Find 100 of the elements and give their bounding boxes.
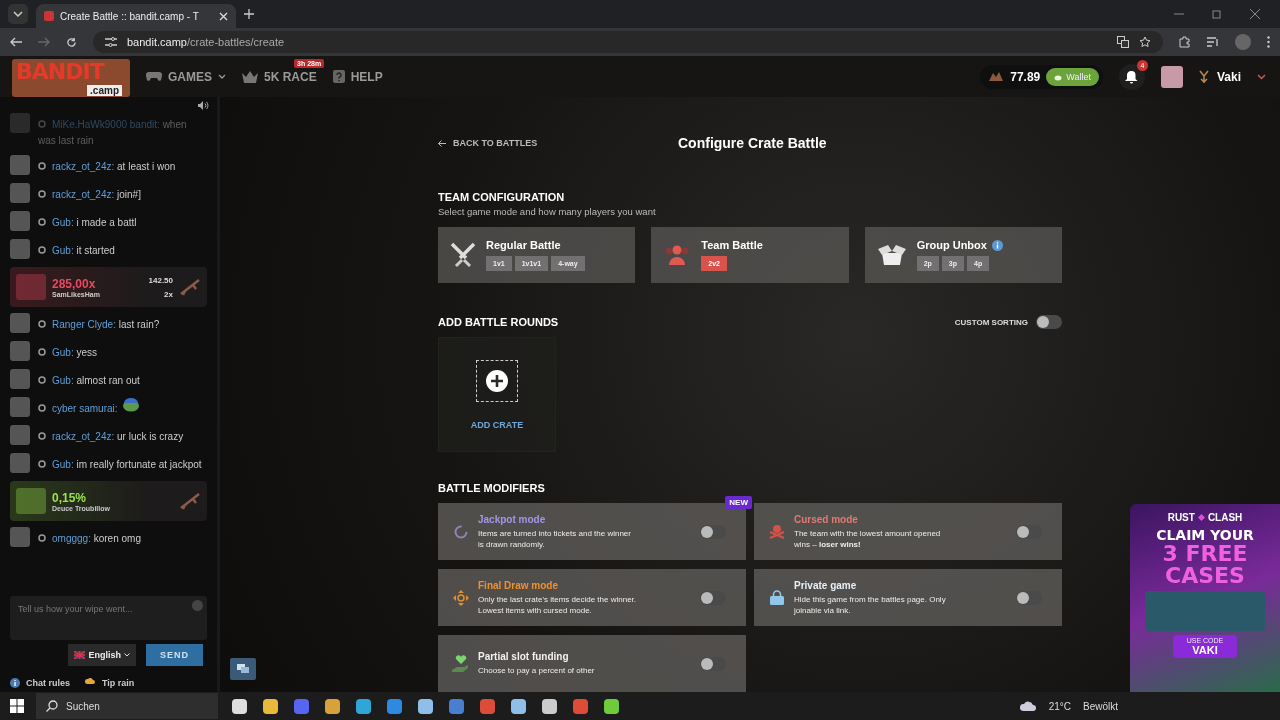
promo-offer: 3 FREE [1162, 543, 1248, 565]
crown-icon [242, 70, 258, 83]
modifier-toggle[interactable] [700, 590, 726, 605]
logo[interactable]: BANDIT .camp [12, 58, 130, 97]
taskbar-search[interactable]: Suchen [36, 693, 218, 719]
star-icon[interactable] [1139, 36, 1151, 48]
site-settings-icon[interactable] [105, 37, 117, 47]
spinner-icon [454, 524, 468, 539]
modifier-toggle[interactable] [1016, 590, 1042, 605]
promo-offer: CASES [1165, 565, 1245, 587]
extensions-icon[interactable] [1179, 36, 1191, 48]
chat-message: cyber samurai: [38, 401, 118, 417]
rank-icon [38, 246, 46, 254]
username[interactable]: Vaki [1216, 69, 1241, 84]
page-title: Configure Crate Battle [678, 135, 827, 151]
rank-icon [38, 432, 46, 440]
new-tab-icon[interactable] [244, 9, 254, 19]
flag-icon [74, 651, 86, 659]
help-icon [332, 70, 345, 83]
rank-icon [38, 348, 46, 356]
modifier-toggle[interactable] [1016, 524, 1042, 539]
plus-icon [486, 369, 508, 392]
modifier-description: Items are turned into tickets and the winner is drawn randomly. [478, 527, 632, 550]
translate-icon[interactable] [1117, 36, 1129, 48]
arrow-left-icon [438, 139, 446, 147]
win-multiplier: 285,00x [52, 276, 97, 291]
chevron-down-icon[interactable] [1257, 73, 1266, 80]
section-title: BATTLE MODIFIERS [438, 482, 546, 494]
chat-message: rackz_ot_24z: join#] [38, 187, 141, 203]
modifier-toggle[interactable] [700, 656, 726, 671]
menu-icon[interactable] [1267, 36, 1270, 48]
restore-icon[interactable] [1212, 9, 1222, 19]
add-crate-button[interactable]: ADD CRATE [438, 337, 556, 452]
scrap-icon [988, 70, 1005, 83]
rank-icon [38, 320, 46, 328]
chat-message: rackz_ot_24z: ur luck is crazy [38, 429, 184, 445]
modifier-title: Private game [794, 579, 858, 591]
site-favicon-icon [44, 11, 54, 21]
chat-message: Gub: yess [38, 345, 98, 361]
windows-start-icon[interactable] [10, 699, 24, 713]
mode-title: Team Battle [701, 239, 763, 251]
chat-message: Gub: almost ran out [38, 373, 140, 389]
rank-icon [38, 162, 46, 170]
item-count: 2x [164, 289, 173, 299]
rank-icon [38, 376, 46, 384]
close-icon[interactable] [1250, 9, 1260, 19]
language-select[interactable]: English [68, 644, 136, 666]
modifier-title: Jackpot mode [478, 513, 547, 525]
chat-input[interactable]: Tell us how your wipe went... [10, 596, 207, 640]
reload-icon[interactable] [66, 36, 77, 48]
chat-link[interactable]: Tip rain [84, 678, 135, 688]
modifier-description: Only the last crate's items decide the winner. Lowest items with cursed mode. [478, 593, 638, 616]
back-arrow-icon[interactable] [10, 37, 22, 47]
section-title: TEAM CONFIGURATION [438, 191, 566, 203]
brand-name: CLASH [1207, 512, 1243, 523]
swords-icon [450, 242, 476, 268]
info-icon [10, 678, 20, 688]
media-icon[interactable] [1207, 37, 1219, 47]
back-link[interactable]: BACK TO BATTLES [438, 138, 678, 148]
chat-message: Gub: i made a battl [38, 215, 137, 231]
nav-link[interactable]: GAMES [146, 69, 226, 84]
heart-hand-icon [452, 654, 470, 673]
section-subtitle: Select game mode and how many players you want [438, 206, 657, 217]
modifier-title: Cursed mode [794, 513, 859, 525]
brand-name: RUST [1167, 512, 1195, 523]
rifle-icon [179, 492, 201, 510]
lock-icon [770, 590, 784, 605]
chevron-down-icon [13, 11, 23, 17]
chat-message: Gub: im really fortunate at jackpot [38, 457, 202, 473]
speaker-icon[interactable] [198, 101, 209, 110]
modifier-toggle[interactable] [700, 524, 726, 539]
rank-icon [38, 534, 46, 542]
rank-icon [1198, 70, 1209, 83]
rank-icon [38, 218, 46, 226]
win-multiplier: 0,15% [52, 490, 88, 505]
chat-link[interactable]: Chat rules [10, 678, 70, 688]
toggle-label: CUSTOM SORTING [954, 317, 1028, 327]
nav-link[interactable]: HELP [332, 69, 383, 84]
chat-message: Gub: it started [38, 243, 115, 259]
custom-sorting-toggle[interactable] [1036, 315, 1062, 329]
bell-icon [1125, 69, 1139, 84]
crosshair-icon [452, 588, 470, 607]
weather-temperature: 21°C [1048, 700, 1071, 712]
tab-list-button[interactable] [8, 4, 28, 24]
gamepad-icon [146, 71, 162, 82]
info-icon[interactable] [991, 239, 1003, 251]
chat-message: MiKe.HaWk9000 bandit: when was last rain [38, 118, 188, 148]
search-icon [46, 700, 58, 712]
rank-icon [38, 460, 46, 468]
chat-bubbles-icon [237, 664, 249, 674]
browser-tab[interactable]: Create Battle :: bandit.camp - T [36, 4, 236, 28]
chat-message: rackz_ot_24z: at least i won [38, 159, 176, 175]
diamond-icon [1197, 514, 1205, 521]
send-button[interactable]: SEND [146, 644, 203, 666]
chat-message: Ranger Clyde: last rain? [38, 317, 160, 333]
address-bar[interactable]: bandit.camp/crate-battles/create [93, 31, 1163, 53]
open-box-icon [876, 243, 907, 267]
chat-toggle-button[interactable] [230, 658, 256, 680]
balance-pill: 77.89 Wallet [980, 64, 1103, 89]
user-avatar[interactable] [1160, 65, 1183, 88]
